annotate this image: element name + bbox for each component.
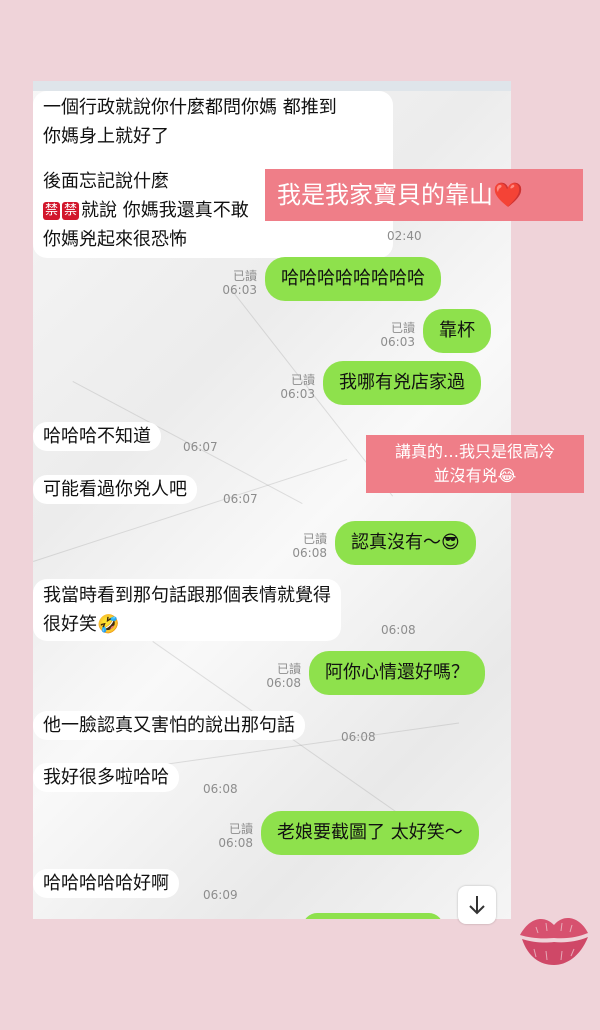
scroll-to-bottom-button[interactable] xyxy=(458,886,496,924)
read-receipt: 已讀 xyxy=(228,822,253,836)
banned-emoji-icon: 禁 xyxy=(43,202,61,220)
message-text: 就說 你媽我還真不敢 xyxy=(81,200,249,221)
read-receipt: 已讀 xyxy=(232,269,257,283)
message-bubble-incoming: 可能看過你兇人吧 xyxy=(33,475,197,504)
message-bubble-outgoing: 阿你心情還好嗎？ xyxy=(309,651,485,695)
read-receipt: 已讀 xyxy=(390,321,415,335)
message-text: 我好很多啦哈哈 xyxy=(43,767,169,788)
read-receipt: 已讀 xyxy=(302,532,327,546)
message-time: 06:07 xyxy=(223,492,258,506)
message-text: 可能看過你兇人吧 xyxy=(43,479,187,500)
read-receipt: 已讀 xyxy=(290,373,315,387)
message-time: 06:03 xyxy=(280,387,315,401)
message-bubble-outgoing: 認真沒有～😎 xyxy=(335,521,476,565)
message-text: 很好笑🤣 xyxy=(43,614,120,635)
message-meta: 已讀 06:03 xyxy=(277,373,315,401)
story-caption: 我是我家寶貝的靠山❤️ xyxy=(265,169,583,221)
message-time: 06:08 xyxy=(218,836,253,850)
banned-emoji-icon: 禁 xyxy=(62,202,80,220)
message-text: 一個行政就說你什麼都問你媽 都推到 xyxy=(43,97,337,118)
message-time: 06:03 xyxy=(380,335,415,349)
message-text: 哈哈哈哈哈哈哈哈 xyxy=(281,268,425,289)
caption-text: 並沒有兇😂 xyxy=(433,466,517,485)
message-text: 老娘要截圖了 太好笑～ xyxy=(277,822,463,843)
story-caption: 講真的…我只是很高冷 並沒有兇😂 xyxy=(366,435,584,493)
message-time: 06:08 xyxy=(381,623,416,637)
message-text: 哈哈哈哈哈好啊 xyxy=(43,873,169,894)
message-text: 你媽兇起來很恐怖 xyxy=(43,229,187,250)
message-meta: 已讀 06:03 xyxy=(219,269,257,297)
caption-text: 我是我家寶貝的靠山❤️ xyxy=(277,181,523,209)
read-receipt: 已讀 xyxy=(276,662,301,676)
message-bubble-outgoing: 靠杯 xyxy=(423,309,491,353)
message-bubble-outgoing: 哈哈哈哈哈哈哈哈 xyxy=(265,257,441,301)
message-bubble-outgoing: 老娘要截圖了 太好笑～ xyxy=(261,811,479,855)
message-text: 阿你心情還好嗎？ xyxy=(325,662,469,683)
message-bubble-incoming: 哈哈哈哈哈好啊 xyxy=(33,869,179,898)
message-meta: 已讀 06:08 xyxy=(263,662,301,690)
caption-text: 講真的…我只是很高冷 xyxy=(394,442,555,461)
message-time: 06:08 xyxy=(203,782,238,796)
message-bubble-incoming: 他一臉認真又害怕的說出那句話 xyxy=(33,711,305,740)
message-text: 哈哈哈不知道 xyxy=(43,426,151,447)
message-meta: 已讀 06:08 xyxy=(215,822,253,850)
message-bubble-incoming: 我當時看到那句話跟那個表情就覺得 很好笑🤣 xyxy=(33,579,341,641)
message-text: 我哪有兇店家過 xyxy=(339,372,465,393)
lipstick-kiss-icon xyxy=(520,918,588,965)
message-bubble-outgoing-partial xyxy=(303,913,443,919)
message-time: 06:03 xyxy=(222,283,257,297)
message-text: 他一臉認真又害怕的說出那句話 xyxy=(43,715,295,736)
message-bubble-outgoing: 我哪有兇店家過 xyxy=(323,361,481,405)
arrow-down-icon xyxy=(469,896,485,915)
top-bar xyxy=(33,81,511,91)
message-text: 認真沒有～😎 xyxy=(351,532,460,553)
message-time: 06:09 xyxy=(203,888,238,902)
message-text: 你媽身上就好了 xyxy=(43,126,169,147)
message-text: 我當時看到那句話跟那個表情就覺得 xyxy=(43,585,331,606)
message-time: 06:08 xyxy=(266,676,301,690)
message-meta: 已讀 06:03 xyxy=(377,321,415,349)
message-time: 06:08 xyxy=(341,730,376,744)
message-time: 06:07 xyxy=(183,440,218,454)
message-meta: 已讀 06:08 xyxy=(289,532,327,560)
message-bubble-incoming: 我好很多啦哈哈 xyxy=(33,763,179,792)
message-bubble-incoming: 哈哈哈不知道 xyxy=(33,422,161,451)
message-time: 06:08 xyxy=(292,546,327,560)
message-text: 靠杯 xyxy=(439,320,475,341)
message-time: 02:40 xyxy=(387,229,422,243)
